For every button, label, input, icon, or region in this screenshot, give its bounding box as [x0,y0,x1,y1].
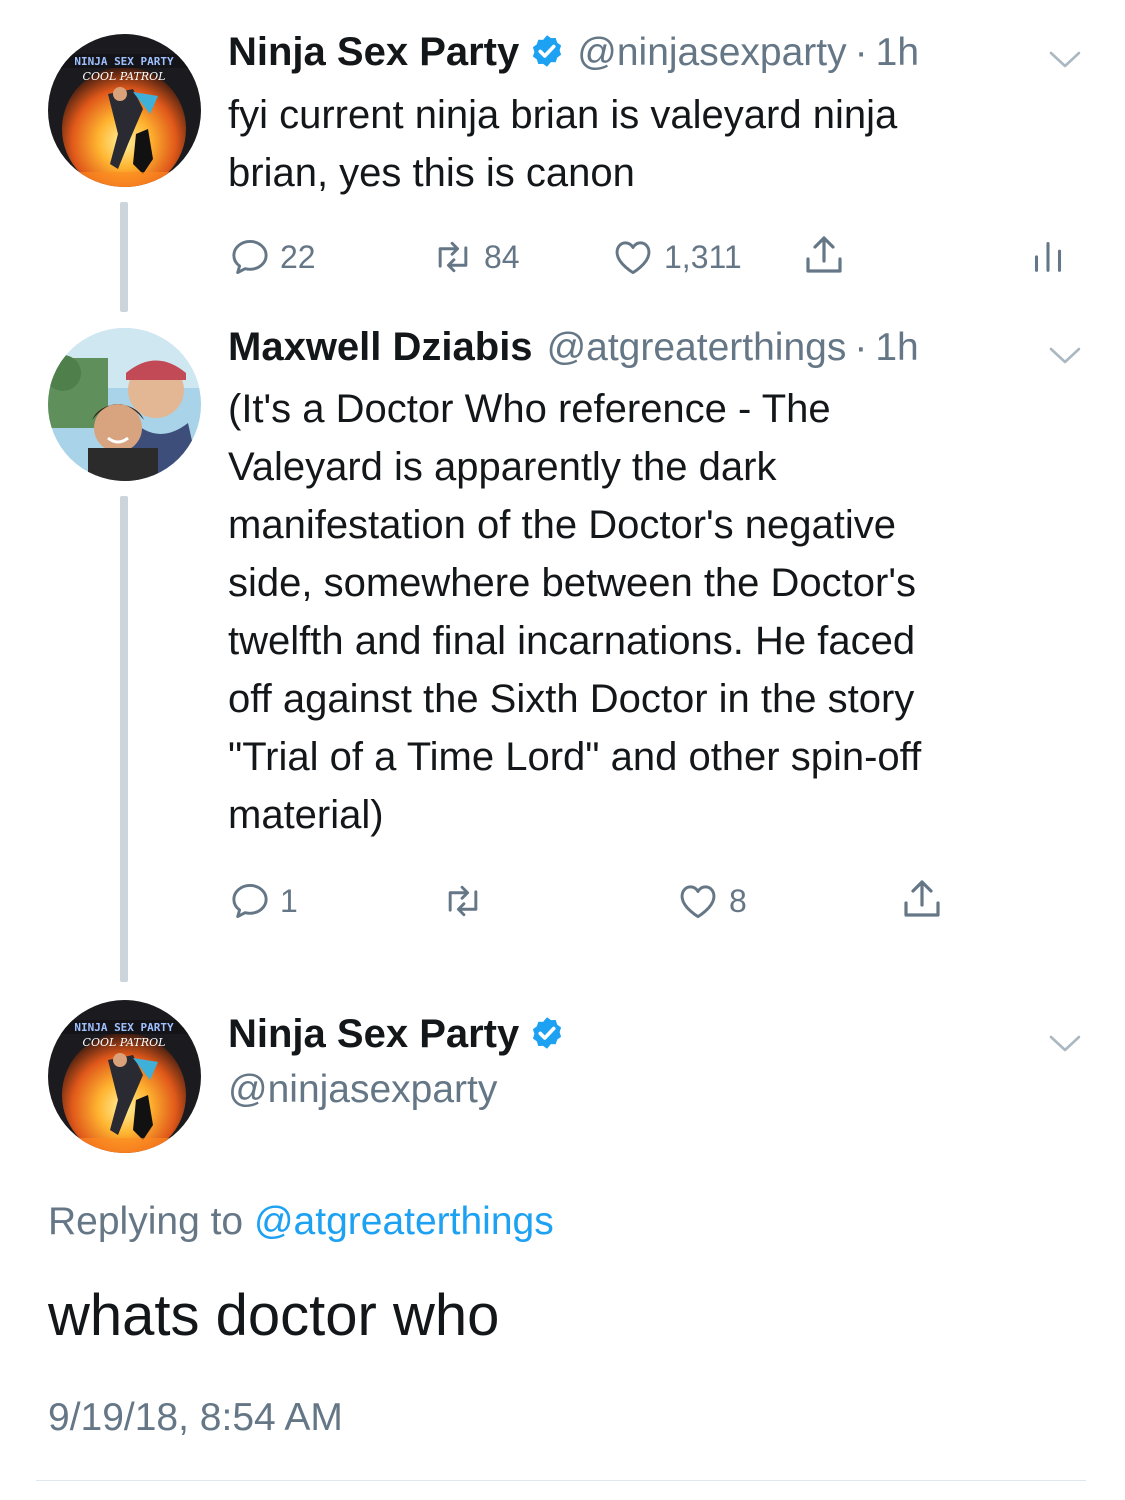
chevron-down-icon[interactable] [1045,1028,1085,1058]
avatar-subtitle-text: COOL PATROL [83,1036,166,1049]
retweet-icon [440,879,486,923]
username[interactable]: @atgreaterthings [547,326,847,369]
focused-tweet-text: whats doctor who [48,1283,500,1348]
reply-count: 22 [280,238,316,275]
share-icon [800,231,848,279]
replying-to-label: Replying to [48,1200,244,1243]
tweet-time[interactable]: 1h [875,326,918,369]
display-name[interactable]: Ninja Sex Party [228,30,519,74]
share-button[interactable] [800,230,856,280]
tweet-1-text: fyi current ninja brian is valeyard ninj… [228,86,897,202]
reply-count: 1 [280,882,298,919]
replying-to: Replying to @atgreaterthings [48,1200,554,1244]
tweet-line: brian, yes this is canon [228,151,635,195]
retweet-button[interactable]: 84 [430,232,520,282]
time-separator: · [854,31,868,74]
tweet-line: off against the Sixth Doctor in the stor… [228,677,915,721]
time-separator: · [854,326,868,369]
tweet-2-text: (It's a Doctor Who reference - The Valey… [228,380,921,844]
tweet-1-header: Ninja Sex Party @ninjasexparty · 1h [228,30,919,75]
avatar-ninja-sex-party[interactable]: NINJA SEX PARTY COOL PATROL [48,1000,201,1153]
share-icon [898,875,946,923]
reply-button[interactable]: 1 [228,876,298,926]
like-button[interactable]: 1,311 [610,232,742,282]
tweet-line: "Trial of a Time Lord" and other spin-of… [228,735,922,779]
analytics-button[interactable] [1025,230,1079,280]
like-count: 8 [729,882,747,919]
avatar-maxwell-dziabis[interactable] [48,328,201,481]
like-button[interactable]: 8 [675,876,747,926]
chevron-down-icon[interactable] [1045,340,1085,370]
like-icon [610,235,656,279]
tweet-line: (It's a Doctor Who reference - The [228,387,831,431]
tweet-line: Valeyard is apparently the dark [228,445,777,489]
tweet-line: twelfth and final incarnations. He faced [228,619,916,663]
tweet-line: manifestation of the Doctor's negative [228,503,897,547]
analytics-icon [1025,231,1071,279]
retweet-icon [430,235,476,279]
chevron-down-icon[interactable] [1045,44,1085,74]
avatar-banner-text: NINJA SEX PARTY [74,1021,174,1034]
verified-badge-icon [529,33,565,69]
share-button[interactable] [898,874,954,924]
divider [36,1480,1086,1481]
tweet-time[interactable]: 1h [876,31,919,74]
username[interactable]: @ninjasexparty [577,31,846,74]
tweet-line: side, somewhere between the Doctor's [228,561,916,605]
display-name[interactable]: Ninja Sex Party [228,1012,519,1056]
avatar-subtitle-text: COOL PATROL [83,70,166,83]
replying-to-handle[interactable]: @atgreaterthings [254,1200,554,1243]
avatar-ninja-sex-party[interactable]: NINJA SEX PARTY COOL PATROL [48,34,201,187]
like-icon [675,879,721,923]
tweet-line: fyi current ninja brian is valeyard ninj… [228,93,898,137]
tweet-timestamp: 9/19/18, 8:54 AM [48,1396,343,1439]
like-count: 1,311 [664,238,742,275]
reply-button[interactable]: 22 [228,232,316,282]
focused-tweet-header: Ninja Sex Party [228,1012,577,1057]
tweet-line: material) [228,793,384,837]
retweet-button[interactable] [440,876,494,926]
tweet-2-header: Maxwell Dziabis @atgreaterthings · 1h [228,325,919,370]
reply-icon [228,879,272,923]
username[interactable]: @ninjasexparty [228,1068,497,1112]
thread-line [120,202,128,312]
reply-icon [228,235,272,279]
avatar-banner-text: NINJA SEX PARTY [74,55,174,68]
retweet-count: 84 [484,238,520,275]
verified-badge-icon [529,1015,565,1051]
thread-line [120,496,128,982]
display-name[interactable]: Maxwell Dziabis [228,325,533,369]
